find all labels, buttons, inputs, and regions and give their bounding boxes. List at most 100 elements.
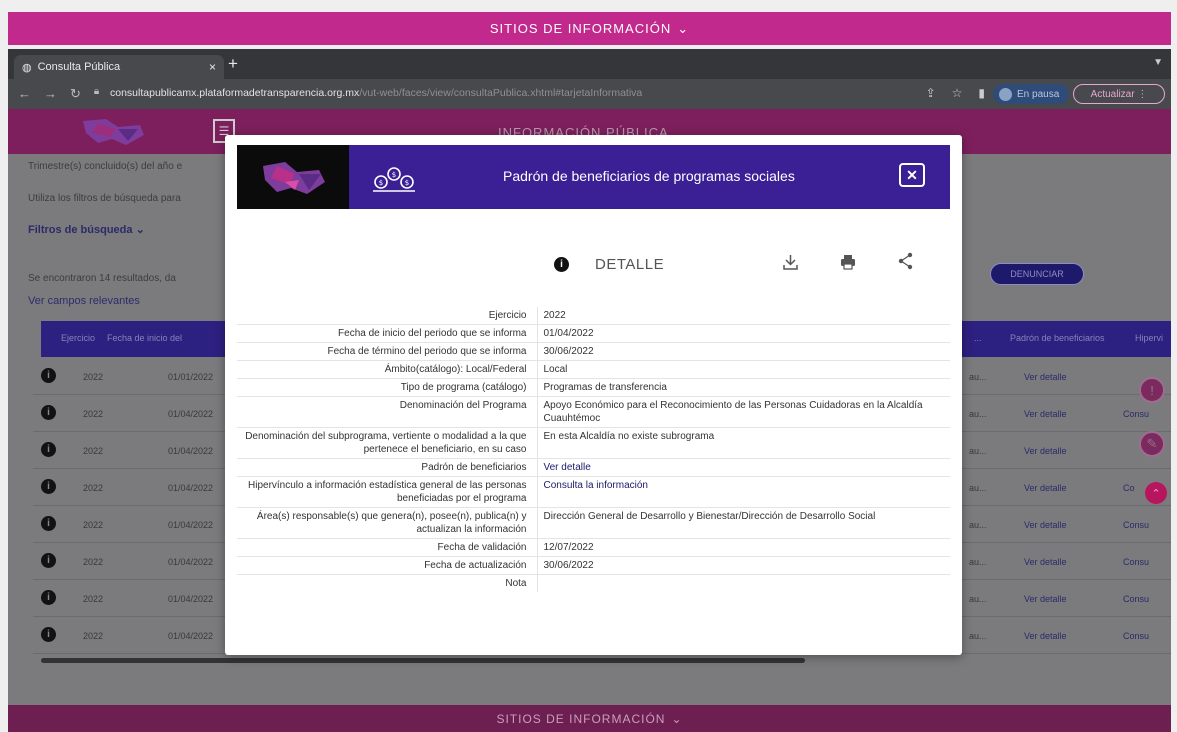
sitios-informacion-footer-bar[interactable]: SITIOS DE INFORMACIÓN ⌄ <box>8 705 1171 732</box>
consulta-link[interactable]: Consu <box>1123 557 1149 567</box>
cell-ejercicio: 2022 <box>83 483 104 493</box>
url-domain: consultapublicamx.plataformadetransparen… <box>110 87 360 99</box>
avatar <box>999 87 1012 101</box>
side-panel-icon[interactable]: ▮ <box>978 86 985 100</box>
update-button[interactable]: Actualizar ⋮ <box>1073 84 1165 104</box>
cell-ejercicio: 2022 <box>83 631 104 641</box>
ver-detalle-link[interactable]: Ver detalle <box>1024 409 1067 419</box>
sitios-informacion-label: SITIOS DE INFORMACIÓN <box>489 21 672 36</box>
reload-icon[interactable]: ↻ <box>70 86 81 102</box>
detail-row: Área(s) responsable(s) que genera(n), po… <box>237 507 950 539</box>
field-value: 30/06/2022 <box>537 556 950 575</box>
detalle-heading: DETALLE <box>595 256 665 273</box>
field-value: 2022 <box>543 310 566 321</box>
info-icon[interactable]: i <box>41 479 56 494</box>
globe-icon: ◍ <box>22 61 32 74</box>
detail-row: Denominación del Programa Apoyo Económic… <box>237 396 950 428</box>
detail-row: Fecha de actualización 30/06/2022 <box>237 556 950 575</box>
field-value: Apoyo Económico para el Reconocimiento d… <box>537 396 950 428</box>
cell-ejercicio: 2022 <box>83 557 104 567</box>
tab-search-chevron-icon[interactable]: ▼ <box>1153 57 1163 68</box>
address-bar[interactable]: consultapublicamx.plataformadetransparen… <box>110 87 642 99</box>
ver-detalle-link[interactable]: Ver detalle <box>1024 483 1067 493</box>
info-icon[interactable]: i <box>41 442 56 457</box>
browser-tab[interactable]: ◍ Consulta Pública × <box>14 55 224 79</box>
consulta-link[interactable]: Consu <box>1123 409 1149 419</box>
download-icon[interactable] <box>782 252 799 272</box>
horizontal-scrollbar[interactable] <box>41 658 805 663</box>
accessibility-icon[interactable]: ✎ <box>1139 431 1165 457</box>
print-icon[interactable] <box>839 253 857 271</box>
cell-truncated: au... <box>969 446 987 456</box>
field-label: Ámbito(catálogo): Local/Federal <box>237 360 538 379</box>
cell-fecha: 01/04/2022 <box>168 631 214 641</box>
profile-status: En pausa <box>1017 88 1060 100</box>
consulta-link[interactable]: Co <box>1123 483 1135 493</box>
results-count-text: Se encontraron 14 resultados, da <box>28 273 176 284</box>
ver-detalle-link[interactable]: Ver detalle <box>537 458 950 477</box>
header-truncated[interactable]: ... <box>974 333 982 343</box>
info-icon[interactable]: i <box>41 516 56 531</box>
field-value: Programas de transferencia <box>537 378 950 397</box>
field-label: Fecha de inicio del periodo que se infor… <box>237 324 538 343</box>
close-tab-icon[interactable]: × <box>209 60 216 74</box>
cell-ejercicio: 2022 <box>83 372 104 382</box>
alert-icon[interactable]: ! <box>1139 377 1165 403</box>
cell-ejercicio: 2022 <box>83 409 104 419</box>
svg-text:$: $ <box>392 171 396 179</box>
denunciar-button[interactable]: DENUNCIAR <box>990 263 1084 285</box>
browser-toolbar: ← → ↻ 🔒︎ consultapublicamx.plataformadet… <box>8 79 1171 109</box>
field-label: Nota <box>237 574 538 592</box>
ver-detalle-link[interactable]: Ver detalle <box>1024 446 1067 456</box>
bookmark-star-icon[interactable]: ☆ <box>952 86 963 100</box>
info-icon[interactable]: i <box>41 368 56 383</box>
header-ejercicio[interactable]: Ejercicio <box>61 333 95 343</box>
close-icon[interactable]: ✕ <box>899 163 925 187</box>
ver-detalle-link[interactable]: Ver detalle <box>1024 520 1067 530</box>
scroll-up-icon[interactable]: ⌃ <box>1145 482 1167 504</box>
consulta-informacion-link[interactable]: Consulta la información <box>537 476 950 508</box>
header-padron[interactable]: Padrón de beneficiarios <box>1010 333 1105 343</box>
filters-toggle[interactable]: Filtros de búsqueda ⌄ <box>28 223 145 236</box>
filters-toggle-label: Filtros de búsqueda <box>28 224 133 236</box>
consulta-link[interactable]: Consu <box>1123 594 1149 604</box>
detail-row: Nota <box>237 574 950 592</box>
ver-detalle-link[interactable]: Ver detalle <box>1024 631 1067 641</box>
detail-row: Hipervínculo a información estadística g… <box>237 476 950 508</box>
profile-button[interactable]: En pausa <box>993 84 1069 104</box>
cell-fecha: 01/04/2022 <box>168 520 214 530</box>
chevron-down-icon: ⌄ <box>677 20 690 36</box>
cell-ejercicio: 2022 <box>83 446 104 456</box>
browser-tab-strip: ◍ Consulta Pública × + ▼ <box>8 49 1171 79</box>
ver-detalle-link[interactable]: Ver detalle <box>1024 557 1067 567</box>
header-fecha-inicio[interactable]: Fecha de inicio del <box>107 333 182 343</box>
info-icon[interactable]: i <box>41 553 56 568</box>
modal-logo-box <box>237 145 349 209</box>
consulta-link[interactable]: Consu <box>1123 631 1149 641</box>
share-page-icon[interactable]: ⇪ <box>926 86 936 100</box>
lock-icon[interactable]: 🔒︎ <box>94 86 99 102</box>
share-icon[interactable] <box>898 252 914 270</box>
cell-ejercicio: 2022 <box>83 594 104 604</box>
detail-table: Ejercicio 2022 Fecha de inicio del perio… <box>237 307 950 592</box>
browser-tab-title: Consulta Pública <box>37 61 121 73</box>
info-icon[interactable]: i <box>41 627 56 642</box>
info-icon[interactable]: i <box>41 405 56 420</box>
toolbar-icons: ⇪ ☆ ▮ <box>926 86 985 100</box>
modal-header: $ $ $ Padrón de beneficiarios de programas… <box>237 145 950 209</box>
update-button-label: Actualizar <box>1090 88 1135 100</box>
back-icon[interactable]: ← <box>18 86 31 102</box>
field-value: Dirección General de Desarrollo y Bienes… <box>537 507 950 539</box>
header-hipervinculo[interactable]: Hipervi <box>1135 333 1163 343</box>
consulta-link[interactable]: Consu <box>1123 520 1149 530</box>
forward-icon[interactable]: → <box>44 86 57 102</box>
sitios-informacion-bar[interactable]: SITIOS DE INFORMACIÓN ⌄ <box>8 12 1171 45</box>
new-tab-button[interactable]: + <box>228 54 238 74</box>
info-icon[interactable]: i <box>41 590 56 605</box>
cell-fecha: 01/04/2022 <box>168 409 214 419</box>
chevron-down-icon: ⌄ <box>671 711 683 726</box>
field-label: Fecha de término del periodo que se info… <box>237 342 538 361</box>
ver-detalle-link[interactable]: Ver detalle <box>1024 372 1067 382</box>
ver-detalle-link[interactable]: Ver detalle <box>1024 594 1067 604</box>
ver-campos-link[interactable]: Ver campos relevantes <box>28 295 140 307</box>
